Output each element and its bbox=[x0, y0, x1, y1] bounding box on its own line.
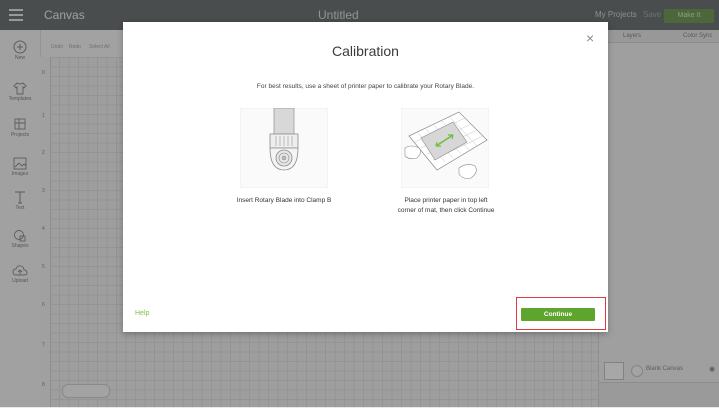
step1-caption: Insert Rotary Blade into Clamp B bbox=[236, 197, 332, 204]
step2-caption: Place printer paper in top left corner o… bbox=[367, 196, 525, 216]
paper-on-mat-illustration bbox=[400, 107, 490, 189]
dialog-title: Calibration bbox=[332, 43, 399, 59]
calibration-dialog: × Calibration For best results, use a sh… bbox=[123, 22, 608, 332]
paper-mat-icon bbox=[400, 107, 490, 189]
step2-caption-line1: Place printer paper in top left bbox=[404, 197, 488, 204]
rotary-blade-clamp-illustration bbox=[239, 107, 329, 189]
step2-caption-line2: corner of mat, then click Continue bbox=[397, 207, 495, 214]
help-link[interactable]: Help bbox=[135, 310, 149, 317]
calibration-instruction: For best results, use a sheet of printer… bbox=[256, 83, 475, 90]
continue-highlight-box bbox=[516, 297, 606, 330]
rotary-blade-icon bbox=[239, 107, 329, 189]
